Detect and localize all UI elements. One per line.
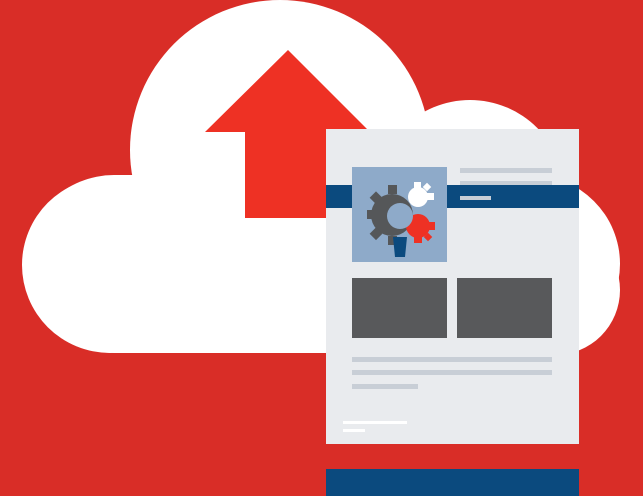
second-document-band	[326, 469, 579, 496]
body-placeholder-line	[352, 384, 418, 389]
body-placeholder-line	[352, 357, 552, 362]
footer-placeholder-line	[343, 421, 407, 424]
cloud-upload-illustration	[0, 0, 643, 496]
header-placeholder-line	[460, 181, 552, 185]
content-block	[352, 278, 447, 338]
footer-placeholder-line	[343, 429, 365, 432]
document-icon	[326, 129, 579, 444]
body-placeholder-line	[352, 370, 552, 375]
header-placeholder-line	[460, 168, 552, 173]
illustration-canvas	[22, 0, 620, 496]
content-block	[457, 278, 552, 338]
header-placeholder-line	[460, 196, 491, 200]
